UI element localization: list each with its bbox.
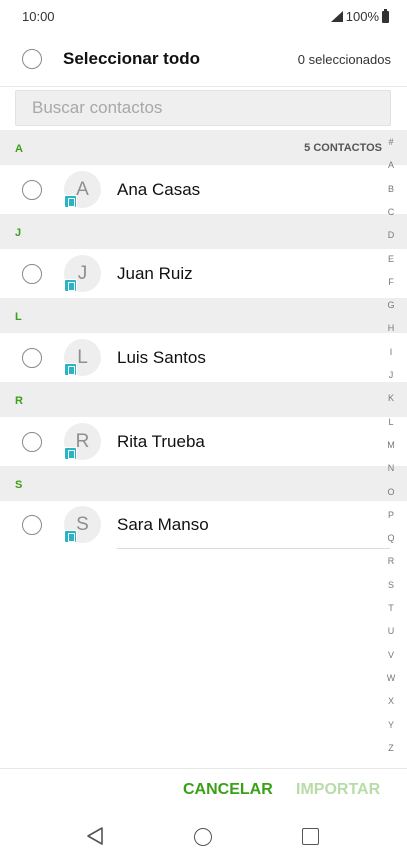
avatar: A [64,171,101,208]
recent-apps-icon[interactable] [302,828,319,845]
section-letter: L [15,311,22,323]
contact-row[interactable]: S Sara Manso [0,500,390,549]
section-header-s: S [0,466,407,501]
alphabet-index[interactable]: # A B C D E F G H I J K L M N O P Q R S T U V W X Y Z [384,137,398,757]
contact-name: Luis Santos [117,348,206,367]
contact-row[interactable]: L Luis Santos [0,333,390,382]
index-letter[interactable]: Q [384,533,398,543]
contact-row[interactable]: A Ana Casas [0,165,390,214]
status-bar: 10:00 100% [0,0,407,34]
sim-card-icon [64,530,77,543]
contact-radio[interactable] [22,432,42,452]
search-input[interactable] [16,91,390,125]
index-letter[interactable]: D [384,230,398,240]
index-letter[interactable]: Z [384,743,398,753]
index-letter[interactable]: B [384,184,398,194]
index-letter[interactable]: X [384,696,398,706]
avatar: S [64,506,101,543]
search-box[interactable] [15,90,391,126]
section-letter: R [15,395,23,407]
sim-card-icon [64,363,77,376]
contact-name: Sara Manso [117,515,209,534]
index-letter[interactable]: R [384,556,398,566]
list-divider [117,548,390,549]
index-letter[interactable]: K [384,393,398,403]
navigation-bar [0,812,407,860]
sim-card-icon [64,195,77,208]
select-all-radio[interactable] [22,49,42,69]
select-all-label: Seleccionar todo [63,49,200,68]
index-letter[interactable]: T [384,603,398,613]
index-letter[interactable]: I [384,347,398,357]
section-header-r: R [0,382,407,417]
index-letter[interactable]: F [384,277,398,287]
back-icon[interactable] [86,826,104,846]
index-letter[interactable]: P [384,510,398,520]
index-letter[interactable]: A [384,160,398,170]
battery-percent: 100% [345,9,379,24]
contact-row[interactable]: R Rita Trueba [0,417,390,466]
index-letter[interactable]: E [384,254,398,264]
index-letter[interactable]: O [384,487,398,497]
contact-row[interactable]: J Juan Ruiz [0,249,390,298]
signal-icon [330,11,343,22]
actions-divider [0,768,407,769]
home-icon[interactable] [194,828,212,846]
section-header-l: L [0,298,407,333]
index-letter[interactable]: H [384,323,398,333]
index-letter[interactable]: # [384,137,398,147]
cancel-button[interactable]: CANCELAR [183,781,273,799]
section-header-j: J [0,214,407,249]
contact-name: Rita Trueba [117,432,205,451]
index-letter[interactable]: V [384,650,398,660]
contact-radio[interactable] [22,515,42,535]
index-letter[interactable]: S [384,580,398,590]
import-button[interactable]: IMPORTAR [296,781,380,799]
index-letter[interactable]: C [384,207,398,217]
index-letter[interactable]: N [384,463,398,473]
avatar: L [64,339,101,376]
select-all-row[interactable]: Seleccionar todo 0 seleccionados [0,40,407,80]
sim-card-icon [64,279,77,292]
contact-radio[interactable] [22,348,42,368]
index-letter[interactable]: U [384,626,398,636]
selected-count: 0 seleccionados [297,52,391,67]
index-letter[interactable]: W [384,673,398,683]
index-letter[interactable]: Y [384,720,398,730]
index-letter[interactable]: G [384,300,398,310]
battery-icon [382,8,389,23]
status-indicators: 100% [330,8,389,24]
section-letter: J [15,227,22,239]
section-letter: S [15,479,23,491]
header-divider [0,86,407,87]
sim-card-icon [64,447,77,460]
contact-count: 5 CONTACTOS [304,142,382,154]
index-letter[interactable]: L [384,417,398,427]
status-time: 10:00 [22,9,55,24]
contact-name: Ana Casas [117,180,201,199]
contact-radio[interactable] [22,264,42,284]
section-header-a: A 5 CONTACTOS [0,130,407,165]
index-letter[interactable]: J [384,370,398,380]
section-letter: A [15,143,23,155]
contact-radio[interactable] [22,180,42,200]
contact-name: Juan Ruiz [117,264,193,283]
avatar: J [64,255,101,292]
avatar: R [64,423,101,460]
index-letter[interactable]: M [384,440,398,450]
